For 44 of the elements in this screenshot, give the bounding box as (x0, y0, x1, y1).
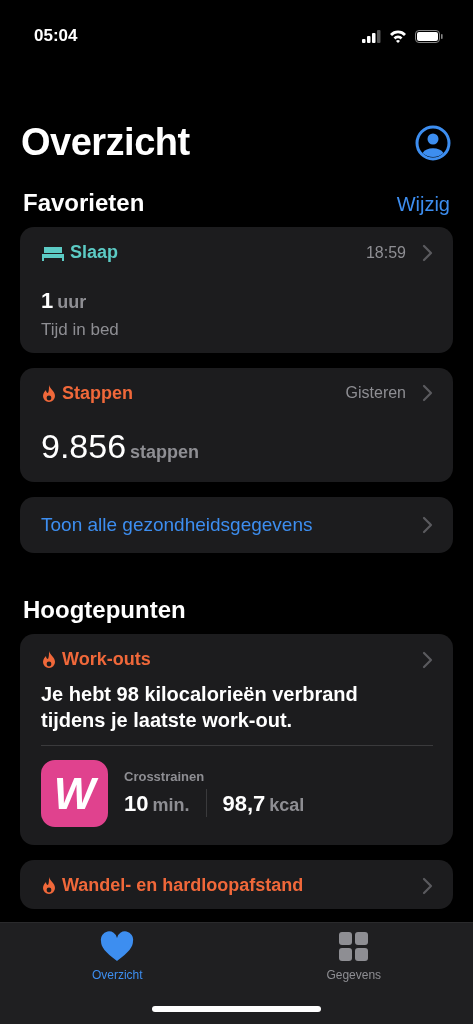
metric-unit: stappen (130, 440, 200, 464)
favorite-card[interactable]: Stappen Gisteren 9.856 stappen (20, 367, 453, 482)
signal-icon (362, 29, 381, 43)
card-title: Slaap (70, 241, 119, 264)
section-heading: Hoogtepunten (23, 596, 186, 623)
stat-unit: min. (152, 793, 190, 817)
tab-label: Gegevens (326, 967, 382, 984)
edit-link[interactable]: Wijzig (396, 189, 450, 219)
grid-icon (338, 931, 370, 962)
battery-icon (415, 29, 443, 43)
page-title: Overzicht (21, 120, 190, 165)
app-icon: W (41, 760, 108, 827)
card-title: Stappen (62, 381, 133, 405)
chevron-icon (422, 243, 433, 262)
card-timestamp: 18:59 (365, 242, 406, 263)
favorite-card[interactable]: Slaap 18:59 1 uur Tijd in bed (20, 227, 453, 353)
highlight-card[interactable]: Work-outs Je hebt 98 kilocalorieën verbrand tijdens je laatste work-out. W Crosstrainen 10 min. 98,7 kcal (20, 634, 453, 845)
activity-name: Crosstrainen (124, 768, 206, 787)
metric-value: 9.856 (41, 428, 127, 463)
highlight-text: Je hebt 98 kilocalorieën verbrand tijdens je laatste work-out. (41, 682, 359, 733)
wifi-icon (389, 29, 407, 43)
show-all-row[interactable]: Toon alle gezondheidsgegevens (20, 496, 453, 553)
metric-unit: uur (57, 291, 87, 314)
section-heading: Favorieten (23, 188, 145, 218)
tab-item[interactable]: Gegevens (326, 931, 382, 984)
highlight-card[interactable]: Wandel- en hardloopafstand (20, 860, 453, 909)
status-time: 05:04 (34, 25, 78, 48)
card-timestamp: Gisteren (345, 383, 406, 403)
chevron-icon (422, 650, 433, 669)
chevron-icon (422, 515, 433, 534)
chevron-icon (422, 384, 433, 402)
card-title: Work-outs (62, 648, 151, 671)
metric-caption: Tijd in bed (41, 319, 120, 341)
chevron-icon (422, 876, 433, 895)
show-all-link[interactable]: Toon alle gezondheidsgegevens (41, 510, 313, 539)
heart-icon (100, 931, 135, 962)
tab-label: Overzicht (91, 967, 143, 984)
tab-item[interactable]: Overzicht (91, 931, 143, 984)
profile-icon[interactable] (415, 124, 451, 161)
stat-value: 10 (124, 789, 149, 818)
stat-unit: kcal (269, 793, 305, 817)
stat-value: 98,7 (222, 789, 266, 818)
metric-value: 1 (41, 287, 54, 315)
card-title: Wandel- en hardloopafstand (62, 874, 304, 897)
